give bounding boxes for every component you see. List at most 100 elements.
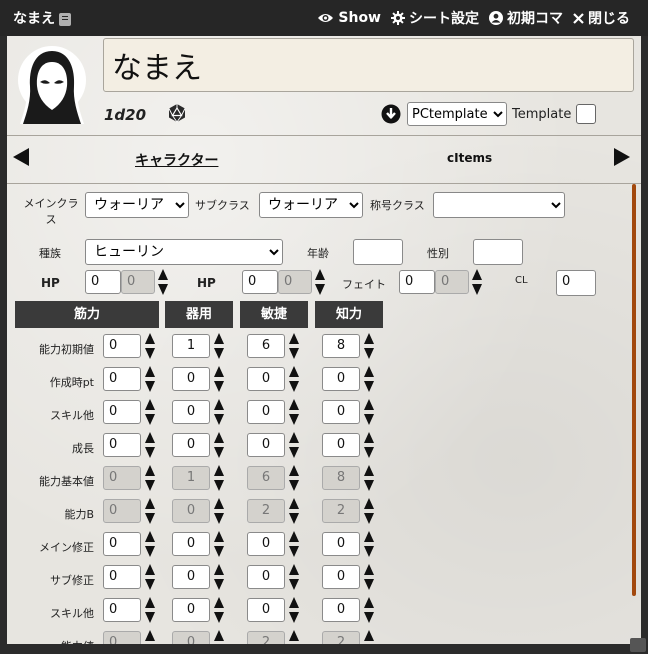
stat-spinner-icon[interactable] <box>364 564 374 590</box>
stat-cell[interactable]: 0 <box>103 598 141 622</box>
stat-cell[interactable]: 0 <box>103 532 141 556</box>
stat-cell[interactable]: 0 <box>247 532 285 556</box>
stat-spinner-icon[interactable] <box>145 630 155 644</box>
stat-cell[interactable]: 0 <box>172 532 210 556</box>
hp-current-input[interactable]: 0 <box>85 270 121 294</box>
stat-spinner-icon[interactable] <box>214 498 224 524</box>
hp2-spinner-icon[interactable] <box>315 269 325 295</box>
stat-spinner-icon[interactable] <box>289 366 299 392</box>
stat-spinner-icon[interactable] <box>364 531 374 557</box>
stat-spinner-icon[interactable] <box>289 333 299 359</box>
template-select[interactable]: PCtemplate <box>407 102 507 126</box>
title-class-select[interactable] <box>433 192 565 218</box>
stat-cell[interactable]: 0 <box>247 433 285 457</box>
resize-handle[interactable] <box>630 638 646 652</box>
stat-cell[interactable]: 0 <box>322 367 360 391</box>
stat-cell[interactable]: 0 <box>172 400 210 424</box>
stat-spinner-icon[interactable] <box>289 531 299 557</box>
stat-spinner-icon[interactable] <box>364 366 374 392</box>
tab-items[interactable]: cItems <box>447 151 492 165</box>
hp2-current-input[interactable]: 0 <box>242 270 278 294</box>
stat-cell[interactable]: 0 <box>103 433 141 457</box>
stat-cell[interactable]: 0 <box>247 400 285 424</box>
age-input[interactable] <box>353 239 403 265</box>
stat-cell[interactable]: 6 <box>247 334 285 358</box>
tab-character[interactable]: キャラクター <box>135 150 218 170</box>
stat-cell: 1 <box>172 466 210 490</box>
stat-cell[interactable]: 0 <box>247 367 285 391</box>
scrollbar[interactable] <box>632 184 636 596</box>
sub-class-select[interactable]: ウォーリア <box>259 192 363 218</box>
stat-spinner-icon[interactable] <box>214 399 224 425</box>
stat-spinner-icon[interactable] <box>145 531 155 557</box>
stat-spinner-icon[interactable] <box>364 498 374 524</box>
stat-spinner-icon[interactable] <box>145 366 155 392</box>
close-button[interactable]: 閉じる <box>573 8 630 28</box>
stat-spinner-icon[interactable] <box>289 630 299 644</box>
stat-cell[interactable]: 0 <box>103 400 141 424</box>
template-checkbox[interactable] <box>576 104 596 124</box>
hp-spinner-icon[interactable] <box>158 269 168 295</box>
d20-dice-icon[interactable] <box>167 103 187 123</box>
stat-spinner-icon[interactable] <box>214 597 224 623</box>
fate-current-input[interactable]: 0 <box>399 270 435 294</box>
stat-spinner-icon[interactable] <box>145 432 155 458</box>
download-circle-icon[interactable] <box>381 104 401 124</box>
next-page-arrow-icon[interactable] <box>612 147 632 167</box>
stat-spinner-icon[interactable] <box>214 564 224 590</box>
stat-spinner-icon[interactable] <box>145 465 155 491</box>
stat-spinner-icon[interactable] <box>214 366 224 392</box>
stat-cell[interactable]: 0 <box>322 565 360 589</box>
gender-input[interactable] <box>473 239 523 265</box>
stat-spinner-icon[interactable] <box>214 531 224 557</box>
initial-piece-button[interactable]: 初期コマ <box>489 8 563 28</box>
stat-spinner-icon[interactable] <box>289 399 299 425</box>
stat-spinner-icon[interactable] <box>289 597 299 623</box>
stat-cell[interactable]: 0 <box>247 565 285 589</box>
stat-cell[interactable]: 0 <box>172 565 210 589</box>
stat-spinner-icon[interactable] <box>145 597 155 623</box>
stat-cell[interactable]: 0 <box>322 532 360 556</box>
stat-cell[interactable]: 0 <box>103 565 141 589</box>
stat-cell[interactable]: 0 <box>172 367 210 391</box>
stat-spinner-icon[interactable] <box>214 630 224 644</box>
fate-spinner-icon[interactable] <box>472 269 482 295</box>
race-label: 種族 <box>39 247 61 260</box>
stat-cell[interactable]: 0 <box>322 400 360 424</box>
character-name-input[interactable] <box>103 38 634 92</box>
stat-spinner-icon[interactable] <box>145 498 155 524</box>
stat-spinner-icon[interactable] <box>364 630 374 644</box>
stat-cell[interactable]: 0 <box>103 334 141 358</box>
stat-spinner-icon[interactable] <box>364 465 374 491</box>
stat-spinner-icon[interactable] <box>289 564 299 590</box>
cl-input[interactable]: 0 <box>556 270 596 296</box>
stat-cell[interactable]: 0 <box>172 598 210 622</box>
avatar[interactable] <box>15 40 89 126</box>
stat-spinner-icon[interactable] <box>364 399 374 425</box>
stat-cell[interactable]: 0 <box>247 598 285 622</box>
stat-cell[interactable]: 0 <box>322 433 360 457</box>
stat-cell[interactable]: 0 <box>103 367 141 391</box>
stat-spinner-icon[interactable] <box>145 564 155 590</box>
sheet-settings-button[interactable]: シート設定 <box>391 8 479 28</box>
stat-spinner-icon[interactable] <box>289 498 299 524</box>
stat-spinner-icon[interactable] <box>364 432 374 458</box>
stat-spinner-icon[interactable] <box>214 465 224 491</box>
stat-cell[interactable]: 0 <box>322 598 360 622</box>
race-select[interactable]: ヒューリン <box>85 239 283 265</box>
stat-spinner-icon[interactable] <box>145 399 155 425</box>
stat-spinner-icon[interactable] <box>364 333 374 359</box>
stat-spinner-icon[interactable] <box>289 465 299 491</box>
stat-cell[interactable]: 1 <box>172 334 210 358</box>
stat-spinner-icon[interactable] <box>214 333 224 359</box>
stat-spinner-icon[interactable] <box>289 432 299 458</box>
stat-spinner-icon[interactable] <box>214 432 224 458</box>
stat-cell[interactable]: 8 <box>322 334 360 358</box>
stat-spinner-icon[interactable] <box>145 333 155 359</box>
stat-spinner-icon[interactable] <box>364 597 374 623</box>
prev-page-arrow-icon[interactable] <box>11 147 31 167</box>
show-button[interactable]: Show <box>317 10 381 26</box>
note-icon[interactable] <box>59 12 71 26</box>
stat-cell[interactable]: 0 <box>172 433 210 457</box>
main-class-select[interactable]: ウォーリア <box>85 192 189 218</box>
